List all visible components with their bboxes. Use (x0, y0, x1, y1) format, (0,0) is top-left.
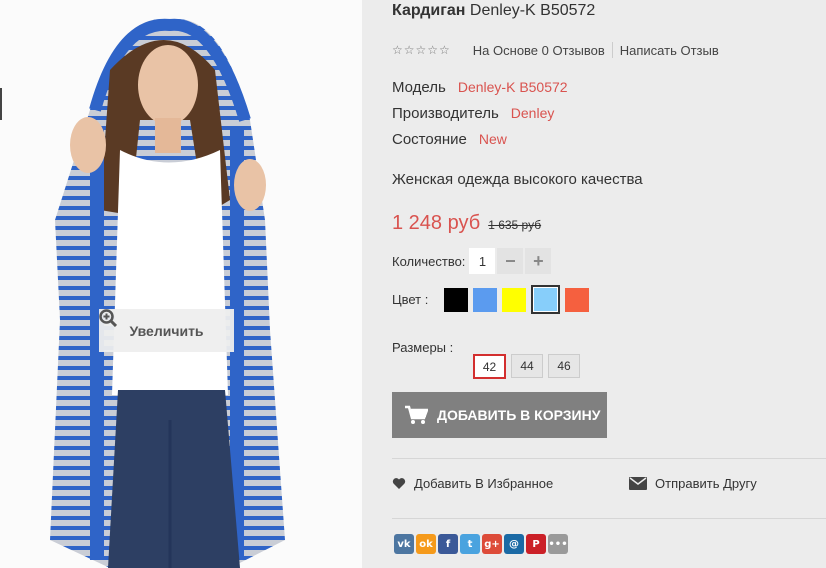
zoom-in-icon (99, 309, 117, 327)
zoom-button[interactable]: Увеличить (99, 309, 234, 352)
divider (392, 518, 826, 519)
size-option-44[interactable]: 44 (511, 354, 543, 378)
email-icon[interactable]: @ (504, 534, 524, 554)
twitter-icon[interactable]: t (460, 534, 480, 554)
quantity-label: Количество: (392, 253, 466, 269)
quantity-input[interactable]: 1 (469, 248, 496, 274)
product-photo (50, 18, 285, 568)
add-to-cart-button[interactable]: ДОБАВИТЬ В КОРЗИНУ (392, 392, 607, 438)
add-to-wishlist-link[interactable]: Добавить В Избранное (392, 476, 553, 491)
color-swatch-light-blue[interactable] (531, 285, 560, 314)
vk-icon[interactable]: vk (394, 534, 414, 554)
separator (611, 42, 613, 58)
model-value-link[interactable]: Denley-K B50572 (458, 79, 568, 95)
cart-icon (405, 405, 428, 424)
odnoklassniki-icon[interactable]: ok (416, 534, 436, 554)
color-swatch-blue[interactable] (473, 287, 497, 312)
more-icon[interactable]: ••• (548, 534, 568, 554)
manufacturer-link[interactable]: Denley (511, 105, 555, 121)
size-option-46[interactable]: 46 (548, 354, 580, 378)
color-swatch-orange[interactable] (565, 287, 589, 312)
image-edge-marker (0, 88, 2, 120)
quantity-decrease-button[interactable]: − (495, 248, 524, 274)
current-price: 1 248 руб (392, 212, 481, 234)
rating-row: ☆☆☆☆☆ На Основе 0 Отзывов Написать Отзыв (392, 42, 719, 58)
pinterest-icon[interactable]: P (526, 534, 546, 554)
product-description: Женская одежда высокого качества (392, 171, 643, 188)
send-to-friend-link[interactable]: Отправить Другу (629, 476, 757, 491)
zoom-label: Увеличить (129, 322, 204, 339)
sizes-list: 42 44 46 (473, 354, 580, 379)
social-share-bar: vk ok f t g+ @ P ••• (394, 534, 568, 554)
divider (392, 458, 826, 459)
envelope-icon (629, 477, 647, 490)
heart-icon (392, 478, 406, 489)
quantity-row: Количество: 1 − + (392, 248, 552, 274)
reviews-count-link[interactable]: На Основе 0 Отзывов (473, 43, 605, 58)
write-review-link[interactable]: Написать Отзыв (620, 43, 719, 58)
spec-condition: Состояние New (392, 131, 507, 148)
color-row: Цвет : (392, 285, 594, 314)
product-title: Кардиган Denley-K B50572 (392, 2, 596, 19)
add-to-cart-label: ДОБАВИТЬ В КОРЗИНУ (437, 407, 601, 423)
google-plus-icon[interactable]: g+ (482, 534, 502, 554)
color-label: Цвет : (392, 292, 429, 307)
facebook-icon[interactable]: f (438, 534, 458, 554)
condition-value: New (478, 131, 507, 147)
size-option-42[interactable]: 42 (473, 354, 506, 379)
spec-manufacturer: Производитель Denley (392, 105, 555, 122)
color-swatch-yellow[interactable] (502, 287, 526, 312)
color-swatch-black[interactable] (444, 287, 468, 312)
price: 1 248 руб 1 635 руб (392, 212, 541, 235)
sizes-label: Размеры : (392, 340, 454, 355)
quantity-increase-button[interactable]: + (523, 248, 552, 274)
spec-model: Модель Denley-K B50572 (392, 79, 568, 96)
product-image[interactable]: Увеличить (0, 0, 362, 568)
old-price: 1 635 руб (488, 218, 542, 232)
rating-stars[interactable]: ☆☆☆☆☆ (392, 43, 451, 57)
